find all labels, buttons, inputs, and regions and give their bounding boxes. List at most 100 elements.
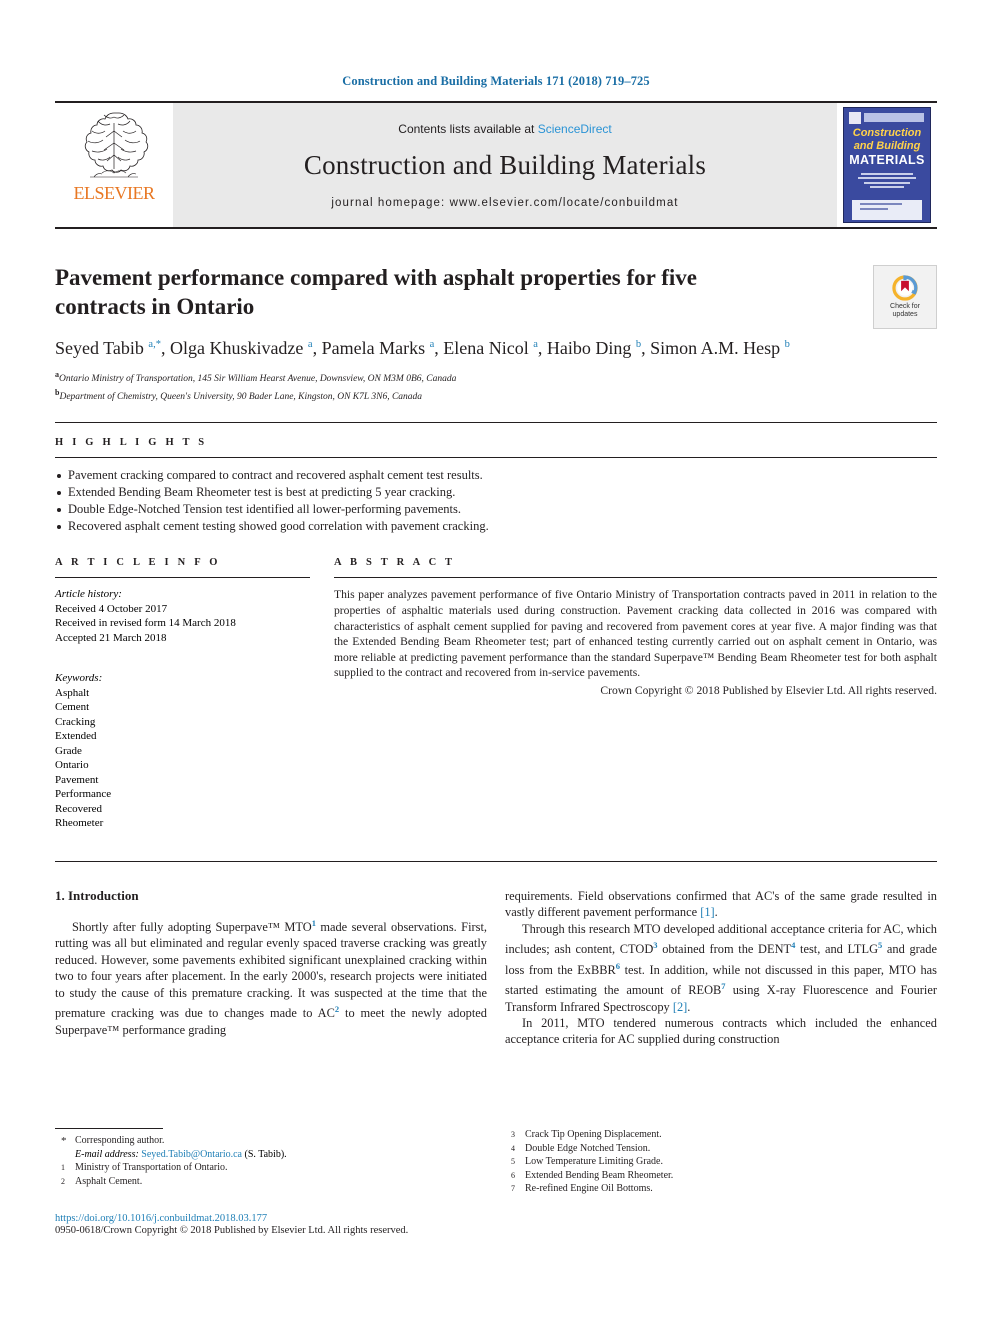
sciencedirect-link[interactable]: ScienceDirect — [538, 122, 612, 136]
footnote-email: E-mail address: Seyed.Tabib@Ontario.ca (… — [55, 1148, 487, 1162]
paragraph: In 2011, MTO tendered numerous contracts… — [505, 1016, 937, 1047]
footnote-item: * Corresponding author. — [61, 1135, 165, 1147]
footnote-item: 5 Low Temperature Limiting Grade. — [511, 1156, 663, 1168]
cover-text-block — [854, 170, 920, 196]
body-column-left: 1. Introduction Shortly after fully adop… — [55, 888, 487, 1048]
footnote-item: 4 Double Edge Notched Tension. — [511, 1142, 651, 1154]
crossmark-label: Check for updates — [890, 303, 920, 318]
affiliation-a: aOntario Ministry of Transportation, 145… — [55, 370, 457, 385]
abstract-rule — [334, 577, 937, 579]
cover-title-line-3: MATERIALS — [849, 153, 925, 167]
footnote-mark: 3 — [511, 1130, 515, 1139]
body-columns: 1. Introduction Shortly after fully adop… — [55, 888, 937, 1048]
footnote-mark: 5 — [511, 1157, 515, 1167]
email-link[interactable]: Seyed.Tabib@Ontario.ca — [141, 1149, 242, 1160]
body-column-right: requirements. Field observations confirm… — [505, 888, 937, 1048]
list-item: Extended Bending Beam Rheometer test is … — [55, 484, 937, 501]
paper-page: Construction and Building Materials 171 … — [0, 0, 992, 1323]
keyword-item: Grade — [55, 744, 82, 757]
footnotes-right: 3 Crack Tip Opening Displacement. 4 Double… — [505, 1128, 937, 1196]
footnote-mark: 6 — [511, 1170, 515, 1180]
cover-footer-block — [852, 200, 922, 220]
keyword-item: Cement — [55, 701, 90, 714]
history-revised: Received in revised form 14 March 2018 — [55, 617, 236, 630]
paragraph: Through this research MTO developed addi… — [505, 921, 937, 1014]
section-heading-introduction: 1. Introduction — [55, 887, 139, 903]
cover-title-line-1: Construction and Building — [852, 127, 922, 152]
affiliation-b: bDepartment of Chemistry, Queen's Univer… — [55, 388, 423, 403]
list-item: Recovered asphalt cement testing showed … — [55, 518, 937, 535]
divider-above-body — [55, 860, 937, 862]
footnote-mark: 1 — [61, 1163, 65, 1173]
history-received: Received 4 October 2017 — [55, 602, 168, 615]
author-list: Seyed Tabib a,*, Olga Khuskivadze a, Pam… — [55, 338, 790, 358]
cover-top-bar — [864, 113, 924, 122]
footnote-mark: 7 — [511, 1184, 515, 1194]
footnote-item: 1 Ministry of Transportation of Ontario. — [61, 1162, 228, 1174]
journal-cover-thumbnail[interactable]: Construction and Building MATERIALS — [837, 103, 937, 227]
highlights-rule — [55, 457, 937, 459]
journal-band: Contents lists available at ScienceDirec… — [173, 103, 837, 227]
keyword-item: Rheometer — [55, 817, 104, 830]
footer-copyright: 0950-0618/Crown Copyright © 2018 Publish… — [55, 1225, 409, 1236]
article-info-rule — [55, 577, 310, 579]
contents-prefix: Contents lists available at — [398, 121, 538, 136]
footnote-mark: * — [61, 1135, 67, 1147]
email-suffix: (S. Tabib). — [244, 1148, 287, 1160]
keywords-label: Keywords: — [55, 672, 103, 685]
highlights-section: H I G H L I G H T S Pavement cracking co… — [55, 437, 937, 535]
keywords-block: Keywords: Asphalt Cement Cracking Extend… — [55, 671, 310, 831]
footnote-rule — [55, 1128, 163, 1129]
history-accepted: Accepted 21 March 2018 — [55, 631, 167, 644]
article-info-heading: A R T I C L E I N F O — [55, 557, 221, 569]
journal-cover-image: Construction and Building MATERIALS — [843, 107, 931, 223]
abstract-heading: A B S T R A C T — [334, 557, 456, 569]
keyword-item: Asphalt — [55, 686, 90, 699]
footnote-item: 3 Crack Tip Opening Displacement. — [511, 1129, 662, 1140]
footnote-item: 7 Re-refined Engine Oil Bottoms. — [511, 1183, 653, 1195]
article-title: Pavement performance compared with aspha… — [55, 265, 697, 319]
crossmark-badge[interactable]: Check for updates — [873, 265, 937, 329]
info-abstract-row: A R T I C L E I N F O Article history: R… — [55, 557, 937, 831]
cover-elsevier-mark — [849, 112, 861, 124]
abstract-body: This paper analyzes pavement performance… — [334, 588, 937, 680]
elsevier-wordmark: ELSEVIER — [73, 183, 156, 203]
footnote-mark: 2 — [61, 1176, 65, 1186]
journal-title: Construction and Building Materials — [303, 149, 707, 180]
keyword-item: Ontario — [55, 759, 89, 772]
footnotes-left: * Corresponding author. E-mail address: S… — [55, 1128, 487, 1196]
doi-link[interactable]: https://doi.org/10.1016/j.conbuildmat.20… — [55, 1213, 408, 1224]
footnotes-area: * Corresponding author. E-mail address: S… — [55, 1128, 937, 1196]
list-item: Double Edge-Notched Tension test identif… — [55, 501, 937, 518]
footnote-item: 2 Asphalt Cement. — [61, 1175, 143, 1187]
keyword-item: Pavement — [55, 773, 99, 786]
journal-homepage-link[interactable]: journal homepage: www.elsevier.com/locat… — [331, 197, 678, 209]
keyword-item: Performance — [55, 788, 112, 801]
contents-available-line: Contents lists available at ScienceDirec… — [398, 122, 611, 136]
paragraph: requirements. Field observations confirm… — [505, 888, 937, 920]
article-history-label: Article history: — [55, 588, 122, 601]
footnote-item: 6 Extended Bending Beam Rheometer. — [511, 1169, 674, 1181]
email-label: E-mail address: — [75, 1148, 139, 1160]
crossmark-icon — [892, 275, 918, 301]
list-item: Pavement cracking compared to contract a… — [55, 467, 937, 484]
abstract-column: A B S T R A C T This paper analyzes pave… — [334, 557, 937, 831]
keyword-item: Recovered — [55, 802, 103, 815]
running-head: Construction and Building Materials 171 … — [342, 74, 650, 88]
paragraph: Shortly after fully adopting Superpave™ … — [55, 917, 487, 1037]
keyword-item: Cracking — [55, 715, 96, 728]
elsevier-tree-icon — [84, 112, 149, 178]
title-block: Pavement performance compared with aspha… — [55, 263, 937, 404]
highlights-heading: H I G H L I G H T S — [55, 437, 208, 449]
doi-footer: https://doi.org/10.1016/j.conbuildmat.20… — [55, 1213, 408, 1236]
article-info-column: A R T I C L E I N F O Article history: R… — [55, 557, 310, 831]
journal-masthead: ELSEVIER Contents lists available at Sci… — [55, 101, 937, 229]
abstract-copyright: Crown Copyright © 2018 Published by Else… — [600, 683, 937, 697]
affiliations: aOntario Ministry of Transportation, 145… — [55, 368, 937, 404]
footnote-mark: 4 — [511, 1143, 515, 1153]
keyword-item: Extended — [55, 730, 97, 743]
highlights-list: Pavement cracking compared to contract a… — [55, 467, 937, 535]
article-history: Article history: Received 4 October 2017… — [55, 587, 310, 645]
elsevier-logo: ELSEVIER — [55, 103, 173, 227]
divider-above-highlights — [55, 422, 937, 424]
